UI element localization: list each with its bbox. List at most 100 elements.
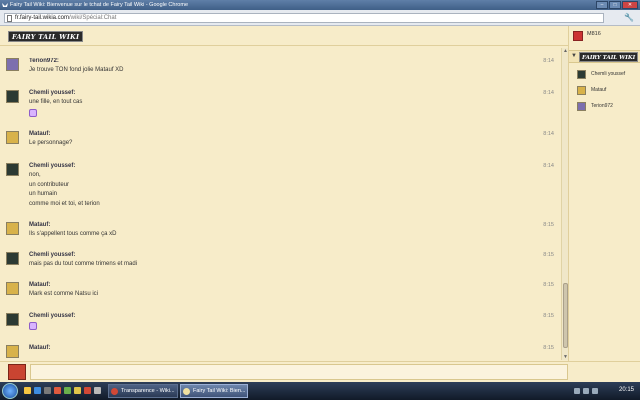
chat-message: Chemli youssef: 8:15	[6, 313, 558, 343]
message-time: 8:15	[543, 282, 554, 288]
avatar	[8, 364, 26, 380]
message-text: mais pas du tout comme trimens et madi	[29, 261, 138, 267]
window-title: Fairy Tail Wiki: Bienvenue sur le tchat …	[10, 2, 188, 8]
app-icon[interactable]	[64, 387, 71, 394]
message-author[interactable]: Chemli youssef:	[29, 313, 75, 319]
chat-message: Matauf: 8:14 Le personnage?	[6, 131, 558, 161]
close-button[interactable]: ✕	[622, 1, 638, 9]
user-sidebar: M816 ▼ FAIRY TAIL WIKI Chemli youssef Mat…	[568, 26, 640, 361]
message-emoticon	[29, 322, 37, 332]
clock[interactable]: 20:15	[619, 387, 634, 393]
message-text: Le personnage?	[29, 140, 73, 146]
message-text: Ils s'appellent tous comme ça xD	[29, 231, 117, 237]
minimize-button[interactable]: –	[596, 1, 608, 9]
avatar[interactable]	[6, 58, 19, 71]
chat-scrollbar[interactable]: ▲ ▼	[561, 48, 568, 360]
task-fairy-tail[interactable]: Fairy Tail Wiki: Bien...	[180, 384, 248, 398]
network-icon[interactable]	[574, 388, 580, 394]
message-time: 8:15	[543, 345, 554, 351]
message-text: Mark est comme Natsu ici	[29, 291, 99, 297]
chat-message: Chemli youssef: 8:14 non, un contributeur un…	[6, 163, 558, 207]
fairy-tail-favicon-icon	[2, 3, 8, 7]
chat-header	[0, 26, 640, 46]
message-author[interactable]: Terion972:	[29, 58, 59, 64]
message-text: comme moi et toi, et terion	[29, 200, 100, 207]
chrome-icon[interactable]	[84, 387, 91, 394]
system-tray: 20:15	[570, 382, 640, 400]
expand-arrow-icon[interactable]: ▼	[571, 53, 577, 59]
current-user-name: M816	[587, 31, 601, 37]
message-text: un contributeur	[29, 181, 70, 188]
chat-message: Matauf: 8:15 Mark est comme Natsu ici	[6, 282, 558, 312]
chat-log: Terion972: 8:14 Je trouve TON fond jolie M…	[6, 58, 558, 358]
message-author[interactable]: Chemli youssef:	[29, 252, 75, 258]
avatar[interactable]	[6, 252, 19, 265]
message-time: 8:14	[543, 163, 554, 169]
avatar	[577, 70, 586, 79]
chat-message: Chemli youssef: 8:14 une fille, en tout ca…	[6, 90, 558, 120]
emoticon-icon	[29, 322, 37, 330]
wiki-logo[interactable]: FAIRY TAIL WIKI	[8, 31, 84, 42]
taskbar: Transparence - Wiki... Fairy Tail Wiki: …	[0, 382, 640, 400]
ie-icon[interactable]	[34, 387, 41, 394]
message-time: 8:14	[543, 131, 554, 137]
page-icon	[7, 15, 12, 22]
window-controls: – □ ✕	[596, 1, 638, 9]
firefox-icon[interactable]	[54, 387, 61, 394]
avatar[interactable]	[6, 163, 19, 176]
start-button[interactable]	[2, 383, 18, 399]
folder-icon[interactable]	[74, 387, 81, 394]
avatar	[573, 31, 583, 41]
message-time: 8:15	[543, 252, 554, 258]
chat-input-row	[0, 361, 640, 381]
message-author[interactable]: Matauf:	[29, 282, 50, 288]
avatar[interactable]	[6, 282, 19, 295]
message-author[interactable]: Matauf:	[29, 345, 50, 351]
user-list-item[interactable]: Chemli youssef	[577, 70, 639, 82]
user-name: Chemli youssef	[591, 71, 626, 77]
wrench-icon[interactable]: 🔧	[624, 13, 634, 23]
window-titlebar: Fairy Tail Wiki: Bienvenue sur le tchat …	[0, 0, 640, 10]
message-emoticon	[29, 108, 37, 119]
message-text: Je trouve TON fond jolie Matauf XD	[29, 67, 124, 73]
message-text: un humain	[29, 191, 58, 197]
user-name: Matauf	[591, 87, 607, 93]
app-icon[interactable]	[94, 387, 101, 394]
flag-icon[interactable]	[592, 388, 598, 394]
avatar[interactable]	[6, 313, 19, 326]
fairy-tail-favicon-icon	[183, 388, 190, 395]
avatar[interactable]	[6, 90, 19, 103]
media-icon[interactable]	[44, 387, 51, 394]
user-list-item[interactable]: Matauf	[577, 86, 639, 98]
user-list-item[interactable]: Terion972	[577, 102, 639, 114]
message-time: 8:15	[543, 222, 554, 228]
avatar[interactable]	[6, 345, 19, 358]
emoticon-icon	[29, 108, 37, 117]
avatar[interactable]	[6, 131, 19, 144]
message-time: 8:14	[543, 58, 554, 64]
volume-icon[interactable]	[583, 388, 589, 394]
avatar	[577, 102, 586, 111]
message-author[interactable]: Matauf:	[29, 131, 50, 137]
message-author[interactable]: Chemli youssef:	[29, 90, 75, 96]
chat-message: Matauf: 8:15 Ils s'appellent tous comme ça…	[6, 222, 558, 252]
message-input[interactable]	[30, 364, 568, 380]
chat-message: Chemli youssef: 8:15 mais pas du tout comm…	[6, 252, 558, 282]
task-label: Transparence - Wiki...	[121, 388, 175, 394]
task-transparence[interactable]: Transparence - Wiki...	[108, 384, 178, 398]
address-host: fr.fairy-tail.wikia.com	[15, 15, 70, 21]
user-name: Terion972	[591, 103, 613, 109]
message-time: 8:14	[543, 90, 554, 96]
avatar[interactable]	[6, 222, 19, 235]
message-text: une fille, en tout cas	[29, 99, 83, 105]
address-bar[interactable]: fr.fairy-tail.wikia.com/wiki/Spécial:Cha…	[4, 13, 604, 23]
room-tab[interactable]: ▼ FAIRY TAIL WIKI	[569, 50, 640, 63]
message-author[interactable]: Chemli youssef:	[29, 163, 75, 169]
chat-message: Terion972: 8:14 Je trouve TON fond jolie M…	[6, 58, 558, 88]
current-user[interactable]: M816	[571, 30, 637, 42]
avatar	[577, 86, 586, 95]
room-logo: FAIRY TAIL WIKI	[579, 52, 639, 62]
message-author[interactable]: Matauf:	[29, 222, 50, 228]
maximize-button[interactable]: □	[609, 1, 621, 9]
explorer-icon[interactable]	[24, 387, 31, 394]
